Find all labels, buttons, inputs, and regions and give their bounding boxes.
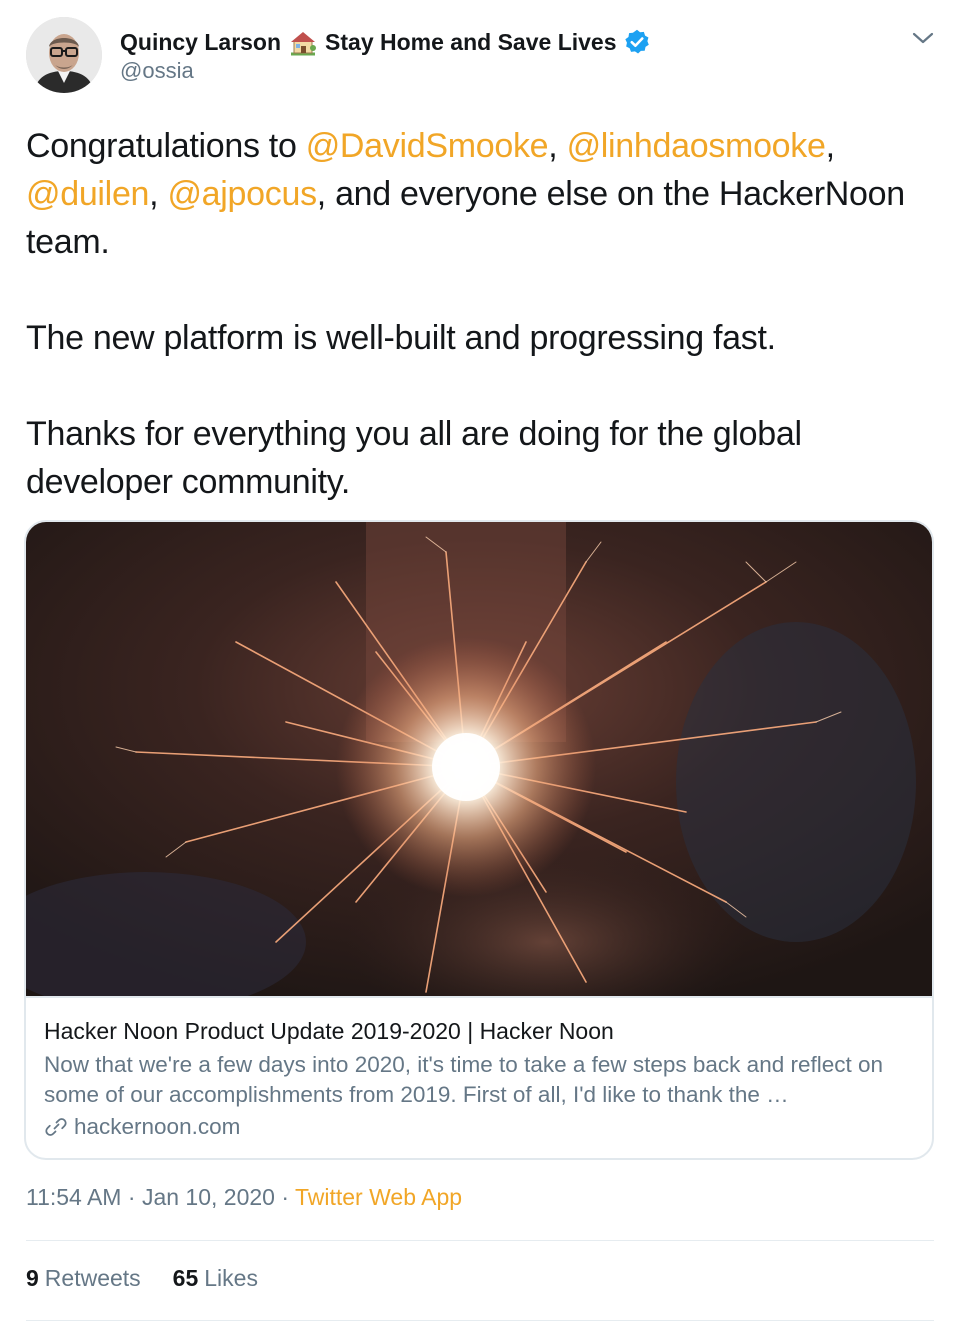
mention-link[interactable]: @linhdaosmooke (567, 127, 826, 165)
card-description: Now that we're a few days into 2020, it'… (44, 1052, 884, 1107)
sparkler-photo[interactable] (26, 522, 932, 998)
card-title: Hacker Noon Product Update 2019-2020 | H… (44, 1018, 614, 1044)
card-domain: hackernoon.com (44, 1112, 924, 1142)
divider (26, 1320, 934, 1321)
house-emoji-icon (287, 28, 319, 56)
timestamp-row: 11:54 AM · Jan 10, 2020 · Twitter Web Ap… (26, 1184, 462, 1211)
tweet-text-segment: , (825, 127, 835, 165)
tweet-date[interactable]: Jan 10, 2020 (142, 1184, 275, 1210)
link-preview-card[interactable]: Hacker Noon Product Update 2019-2020 | H… (24, 520, 934, 1160)
divider (26, 1240, 934, 1241)
author-name-row[interactable]: Quincy Larson Stay Home and Save Lives (120, 27, 651, 57)
mention-link[interactable]: @duilen (26, 175, 149, 213)
tweet-paragraph-3: Thanks for everything you all are doing … (26, 415, 802, 501)
retweets-count: 9 (26, 1265, 39, 1291)
separator-dot: · (121, 1184, 142, 1210)
author-name[interactable]: Quincy Larson (120, 29, 281, 56)
mention-link[interactable]: @ajpocus (167, 175, 317, 213)
author-handle[interactable]: @ossia (120, 58, 194, 84)
link-icon (44, 1115, 68, 1139)
chevron-down-icon[interactable] (908, 26, 938, 52)
tweet-source-link[interactable]: Twitter Web App (295, 1184, 462, 1210)
separator-dot: · (274, 1184, 295, 1210)
tweet-text: Congratulations to @DavidSmooke, @linhda… (26, 122, 926, 506)
card-domain-text: hackernoon.com (74, 1114, 241, 1139)
tweet-text-segment: , (149, 175, 168, 213)
likes-stat[interactable]: 65 Likes (173, 1265, 258, 1292)
card-meta: Hacker Noon Product Update 2019-2020 | H… (44, 1016, 924, 1142)
tweet-text-segment: Congratulations to (26, 127, 306, 165)
mention-link[interactable]: @DavidSmooke (306, 127, 549, 165)
verified-badge-icon (623, 28, 651, 56)
tweet-text-segment: , (548, 127, 567, 165)
likes-count: 65 (172, 1265, 199, 1291)
author-display-suffix: Stay Home and Save Lives (325, 28, 617, 55)
tweet-time[interactable]: 11:54 AM (26, 1184, 121, 1210)
tweet-paragraph-2: The new platform is well-built and progr… (26, 319, 776, 357)
engagement-stats: 9 Retweets 65 Likes (26, 1265, 290, 1292)
tweet: Quincy Larson Stay Home and Save Lives @… (0, 0, 960, 1324)
likes-label: Likes (204, 1265, 258, 1291)
avatar[interactable] (26, 17, 102, 93)
retweets-stat[interactable]: 9 Retweets (26, 1265, 141, 1292)
retweets-label: Retweets (44, 1265, 141, 1291)
tweet-paragraph-1: Congratulations to @DavidSmooke, @linhda… (26, 122, 926, 266)
